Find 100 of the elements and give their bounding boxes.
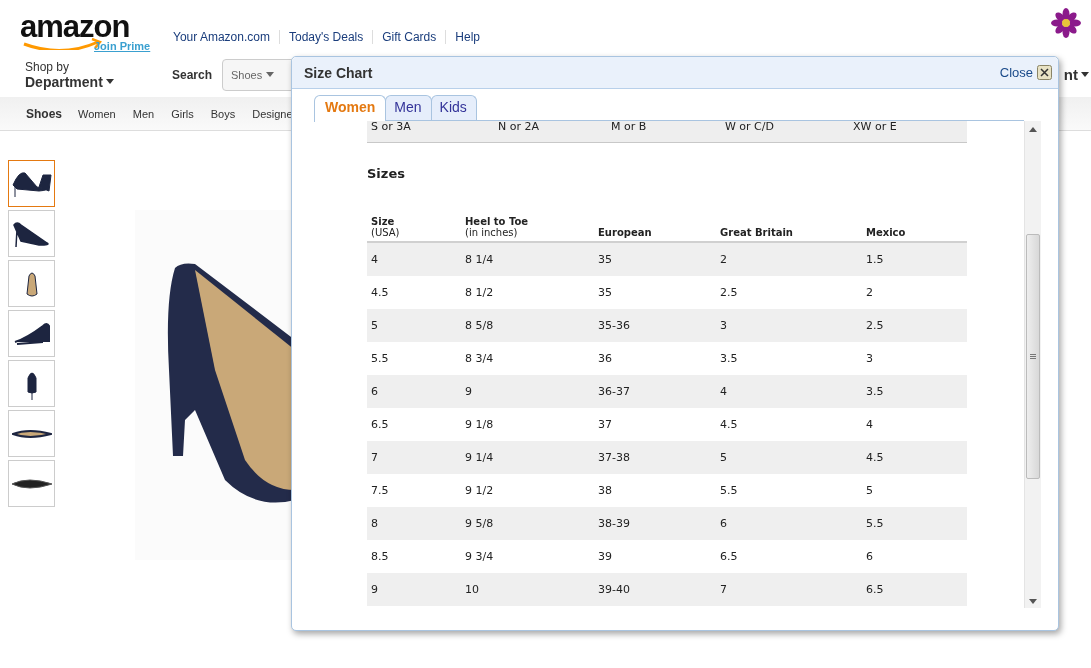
table-cell-text: 8 1/4 (464, 253, 495, 266)
table-cell-text: 2.5 (865, 319, 885, 332)
table-cell-text: 4 (865, 418, 874, 431)
table-cell-text: 8 (370, 517, 379, 530)
caret-icon (1081, 72, 1089, 77)
nav-link[interactable]: Today's Deals (278, 30, 373, 44)
scrollbar-thumb[interactable] (1026, 234, 1040, 479)
table-cell-text: 3.5 (719, 352, 739, 365)
close-button[interactable]: Close (999, 65, 1052, 80)
table-cell-text: 38-39 (597, 517, 631, 530)
table-cell-text: 5 (719, 451, 728, 464)
table-cell-text: W or C/D (724, 121, 775, 135)
store-link[interactable]: Shoes (26, 106, 62, 121)
table-cell-text: S or 3A (370, 121, 412, 135)
tab[interactable]: Kids (430, 95, 477, 120)
table-cell-text: 4.5 (719, 418, 739, 431)
table-cell-text: 37 (597, 418, 613, 431)
table-cell-text: 6.5 (719, 550, 739, 563)
scroll-up-icon (1029, 127, 1037, 132)
table-cell-text: 5 (865, 484, 874, 497)
category-link[interactable]: Girls (171, 107, 194, 120)
account-menu[interactable]: nt (1063, 66, 1078, 83)
table-cell-text: 39-40 (597, 583, 631, 596)
table-cell-text: 6 (719, 517, 728, 530)
nav-link[interactable]: Gift Cards (372, 30, 446, 44)
scroll-down-icon (1029, 599, 1037, 604)
column-subheader: (USA) (371, 227, 401, 238)
shoe-icon (10, 478, 53, 489)
table-cell-text: 9 1/2 (464, 484, 495, 497)
table-cell-text: 37-38 (597, 451, 631, 464)
product-thumbnail[interactable] (8, 210, 55, 257)
column-header: Great Britain (720, 227, 794, 238)
nav-link[interactable]: Your Amazon.com (173, 30, 279, 44)
table-cell-text: 5.5 (865, 517, 885, 530)
flower-icon (1051, 8, 1081, 38)
table-cell-text: 3 (865, 352, 874, 365)
table-cell-text: 9 3/4 (464, 550, 495, 563)
table-cell-text: 36-37 (597, 385, 631, 398)
table-cell-text: 9 (370, 583, 379, 596)
shoe-icon (12, 219, 51, 248)
table-cell-text: 9 1/4 (464, 451, 495, 464)
table-cell-text: 10 (464, 583, 480, 596)
table-cell-text: M or B (610, 121, 648, 135)
table-cell-text: 6 (865, 550, 874, 563)
tab[interactable]: Men (385, 95, 432, 120)
table-cell-text: 5 (370, 319, 379, 332)
product-thumbnail[interactable] (8, 360, 55, 407)
product-thumbnail[interactable] (8, 260, 55, 307)
table-cell-text: 1.5 (865, 253, 885, 266)
table-cell-text: 6.5 (370, 418, 390, 431)
close-icon (1037, 65, 1052, 80)
category-link[interactable]: Women (78, 107, 116, 120)
section-heading: Sizes (367, 166, 406, 183)
table-cell-text: 36 (597, 352, 613, 365)
table-cell-text: 9 (464, 385, 473, 398)
table-cell-text: 5.5 (719, 484, 739, 497)
search-label: Search (172, 67, 214, 82)
table-cell-text: 8 5/8 (464, 319, 495, 332)
category-link[interactable]: Designe (252, 107, 293, 120)
table-cell-text: 4 (370, 253, 379, 266)
table-cell-text: 6.5 (865, 583, 885, 596)
table-cell-text: 38 (597, 484, 613, 497)
product-thumbnail[interactable] (8, 160, 55, 207)
nav-link[interactable]: Help (445, 30, 489, 44)
table-cell-text: 8.5 (370, 550, 390, 563)
department-menu[interactable]: Department (25, 73, 103, 90)
table-cell-text: 5.5 (370, 352, 390, 365)
column-header: Mexico (866, 227, 907, 238)
logo-wordmark[interactable]: amazon (20, 12, 160, 42)
product-thumbnail[interactable] (8, 460, 55, 507)
table-cell-text: 7.5 (370, 484, 390, 497)
table-cell-text: 9 5/8 (464, 517, 495, 530)
table-cell-text: 4 (719, 385, 728, 398)
table-cell-text: 3.5 (865, 385, 885, 398)
category-link[interactable]: Men (132, 107, 155, 120)
shoe-icon (11, 428, 52, 439)
grip-icon (1030, 354, 1036, 359)
caret-icon (266, 72, 275, 77)
caret-icon (105, 79, 114, 84)
table-cell-text: 35-36 (597, 319, 631, 332)
product-thumbnail[interactable] (8, 410, 55, 457)
table-cell-text: N or 2A (497, 121, 540, 135)
table-cell-text: 39 (597, 550, 613, 563)
scrollbar[interactable] (1024, 121, 1041, 608)
table-cell-text: 35 (597, 253, 613, 266)
table-cell-text: 2 (865, 286, 874, 299)
table-cell-text: 7 (719, 583, 728, 596)
table-cell-text: 8 3/4 (464, 352, 495, 365)
product-thumbnail[interactable] (8, 310, 55, 357)
category-dropdown[interactable]: Shoes (231, 68, 263, 81)
table-cell-text: 8 1/2 (464, 286, 495, 299)
table-cell-text: 35 (597, 286, 613, 299)
column-subheader: (in inches) (465, 227, 519, 238)
category-link[interactable]: Boys (210, 107, 236, 120)
shoe-icon (13, 321, 50, 346)
table-cell-text: 4.5 (865, 451, 885, 464)
table-cell-text: 3 (719, 319, 728, 332)
table-cell-text: 2 (719, 253, 728, 266)
table-cell-text: XW or E (852, 121, 898, 135)
table-cell-text: 2.5 (719, 286, 739, 299)
